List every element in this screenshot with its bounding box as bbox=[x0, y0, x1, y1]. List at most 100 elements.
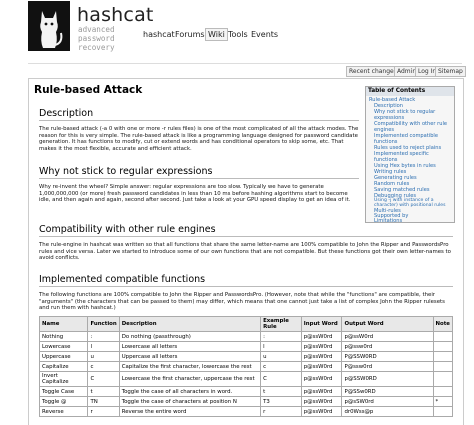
cell: : bbox=[260, 331, 302, 342]
cell: p@ssW0rd bbox=[300, 361, 343, 372]
cell: r bbox=[260, 406, 302, 417]
cell: Reverse the entire word bbox=[118, 406, 262, 417]
section-heading-why: Why not stick to regular expressions bbox=[39, 166, 213, 177]
column-header: Input Word bbox=[300, 316, 343, 332]
functions-table: Name Function Description Example Rule I… bbox=[38, 316, 454, 417]
cell: dr0Wss@p bbox=[341, 406, 434, 417]
cell: p@ssW0rd bbox=[300, 386, 343, 397]
cell: Lowercase bbox=[38, 341, 89, 352]
cell: Uppercase bbox=[38, 351, 89, 362]
wiki-toolbar: Recent changes Admin Log In Sitemap bbox=[28, 63, 466, 77]
section-heading-compatibility: Compatibility with other rule engines bbox=[39, 224, 216, 235]
cell: Toggle the case of all characters in wor… bbox=[118, 386, 262, 397]
cell: c bbox=[87, 361, 120, 372]
section-heading-implemented: Implemented compatible functions bbox=[39, 274, 206, 285]
table-row: Lowercase l Lowercase all letters l p@ssW0rd… bbox=[38, 341, 454, 352]
cell: * bbox=[432, 396, 454, 407]
tagline-line: advanced bbox=[78, 25, 115, 34]
column-header: Note bbox=[432, 316, 454, 332]
toc-item[interactable]: Limitations bbox=[374, 218, 402, 225]
column-header: Name bbox=[38, 316, 89, 332]
table-of-contents: Table of Contents Rule-based Attack Desc… bbox=[365, 86, 455, 225]
cell: c bbox=[260, 361, 302, 372]
cell: Lowercase all letters bbox=[118, 341, 262, 352]
nav-wiki[interactable]: Wiki bbox=[205, 28, 228, 41]
column-header: Description bbox=[118, 316, 262, 332]
cell: r bbox=[87, 406, 120, 417]
section-heading-description: Description bbox=[39, 108, 94, 119]
nav-forums[interactable]: Forums bbox=[175, 30, 205, 39]
heading-divider bbox=[39, 286, 453, 287]
cell bbox=[432, 371, 454, 387]
cell bbox=[432, 361, 454, 372]
cell: Nothing bbox=[38, 331, 89, 342]
cell: u bbox=[87, 351, 120, 362]
cell: Toggle the case of characters at positio… bbox=[118, 396, 262, 407]
nav-hashcat[interactable]: hashcat bbox=[143, 30, 175, 39]
page-content: Rule-based Attack Description The rule-b… bbox=[28, 78, 464, 425]
cell: p@ssW0rd bbox=[300, 371, 343, 387]
cell: Reverse bbox=[38, 406, 89, 417]
toc-item[interactable]: Implemented compatible functions bbox=[374, 133, 452, 145]
toc-item[interactable]: Why not stick to regular expressions bbox=[374, 109, 452, 121]
cell: P@SSw0RD bbox=[341, 386, 434, 397]
cat-icon bbox=[28, 1, 70, 51]
description-paragraph: The rule-based attack (-a 0 with one or … bbox=[39, 126, 359, 153]
cell: t bbox=[260, 386, 302, 397]
nav-tools[interactable]: Tools bbox=[228, 30, 248, 39]
cell: Uppercase all letters bbox=[118, 351, 262, 362]
implemented-paragraph: The following functions are 100% compati… bbox=[39, 292, 445, 312]
cell bbox=[432, 351, 454, 362]
table-row: Capitalize c Capitalize the first characte… bbox=[38, 361, 454, 372]
cell: Do nothing (passthrough) bbox=[118, 331, 262, 342]
column-header: Output Word bbox=[341, 316, 434, 332]
page-title: Rule-based Attack bbox=[34, 84, 143, 96]
cell: p@ssW0rd bbox=[300, 396, 343, 407]
cell: Capitalize the first character, lowercas… bbox=[118, 361, 262, 372]
site-header: hashcat advanced password recovery hashc… bbox=[0, 0, 474, 66]
cell: Toggle Case bbox=[38, 386, 89, 397]
tagline-line: password bbox=[78, 34, 115, 43]
table-row: Toggle Case t Toggle the case of all chara… bbox=[38, 386, 454, 397]
tagline-line: recovery bbox=[78, 43, 115, 52]
cell bbox=[432, 341, 454, 352]
cell: Invert Capitalize bbox=[38, 371, 89, 387]
cell: T3 bbox=[260, 396, 302, 407]
sitemap-button[interactable]: Sitemap bbox=[435, 66, 466, 77]
table-row: Uppercase u Uppercase all letters u p@ssW0rd… bbox=[38, 351, 454, 362]
table-header-row: Name Function Description Example Rule I… bbox=[38, 316, 454, 332]
cell: t bbox=[87, 386, 120, 397]
cell: P@SSW0RD bbox=[341, 351, 434, 362]
table-row: Reverse r Reverse the entire word r p@ssW0rd… bbox=[38, 406, 454, 417]
toc-title: Table of Contents bbox=[366, 87, 454, 96]
cell: Lowercase the first character, uppercase… bbox=[118, 371, 262, 387]
cell: Toggle @ bbox=[38, 396, 89, 407]
cell bbox=[432, 406, 454, 417]
cell: p@ssW0rd bbox=[300, 331, 343, 342]
toc-item[interactable]: Compatibility with other rule engines bbox=[374, 121, 452, 133]
cell: u bbox=[260, 351, 302, 362]
cell: TN bbox=[87, 396, 120, 407]
recent-changes-button[interactable]: Recent changes bbox=[346, 66, 400, 77]
cell bbox=[432, 386, 454, 397]
cell: C bbox=[87, 371, 120, 387]
cell: Capitalize bbox=[38, 361, 89, 372]
heading-divider bbox=[39, 236, 453, 237]
brand-name[interactable]: hashcat bbox=[77, 4, 154, 26]
cell: p@ssW0rd bbox=[300, 406, 343, 417]
cell bbox=[432, 331, 454, 342]
table-row: Toggle @ TN Toggle the case of characters … bbox=[38, 396, 454, 407]
cell: l bbox=[87, 341, 120, 352]
hashcat-cat-logo[interactable] bbox=[28, 1, 70, 51]
toc-item[interactable]: Implemented specific functions bbox=[374, 151, 452, 163]
nav-events[interactable]: Events bbox=[251, 30, 278, 39]
heading-divider bbox=[39, 120, 359, 121]
cell: : bbox=[87, 331, 120, 342]
cell: p@ssW0rd bbox=[300, 351, 343, 362]
cell: l bbox=[260, 341, 302, 352]
cell: p@ssw0rd bbox=[341, 341, 434, 352]
cell: p@sSW0rd bbox=[341, 396, 434, 407]
cell: p@SSW0RD bbox=[341, 371, 434, 387]
cell: p@ssW0rd bbox=[300, 341, 343, 352]
column-header: Example Rule bbox=[260, 316, 302, 332]
